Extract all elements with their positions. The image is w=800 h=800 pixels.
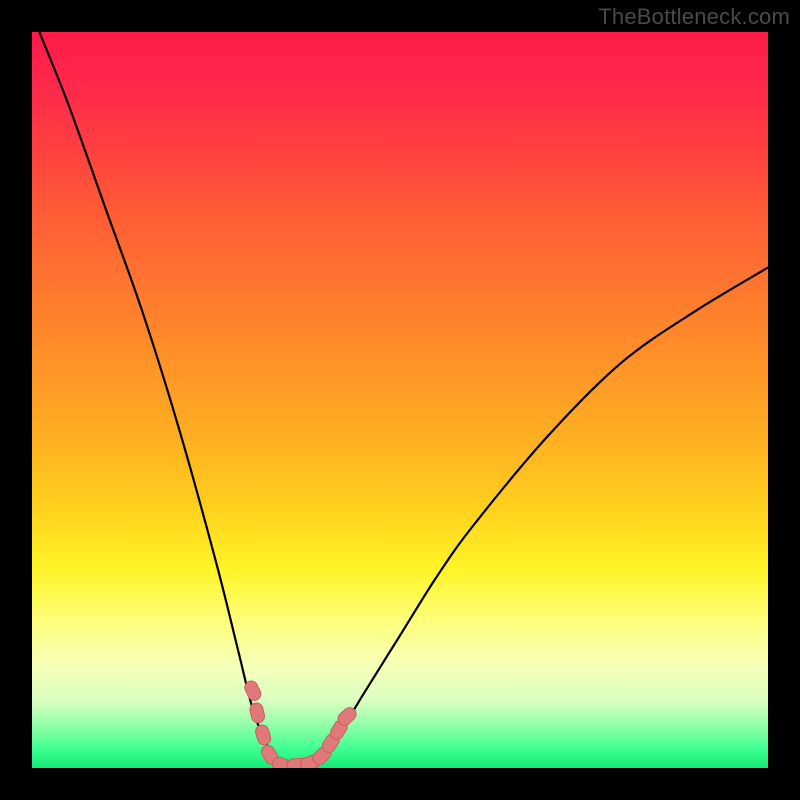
watermark-text: TheBottleneck.com: [598, 4, 790, 30]
chart-frame: TheBottleneck.com: [0, 0, 800, 800]
curve-marker: [254, 723, 272, 746]
bottleneck-curve: [39, 32, 768, 768]
curve-markers: [243, 679, 359, 768]
curve-marker: [249, 702, 266, 724]
curve-layer: [32, 32, 768, 768]
plot-area: [32, 32, 768, 768]
